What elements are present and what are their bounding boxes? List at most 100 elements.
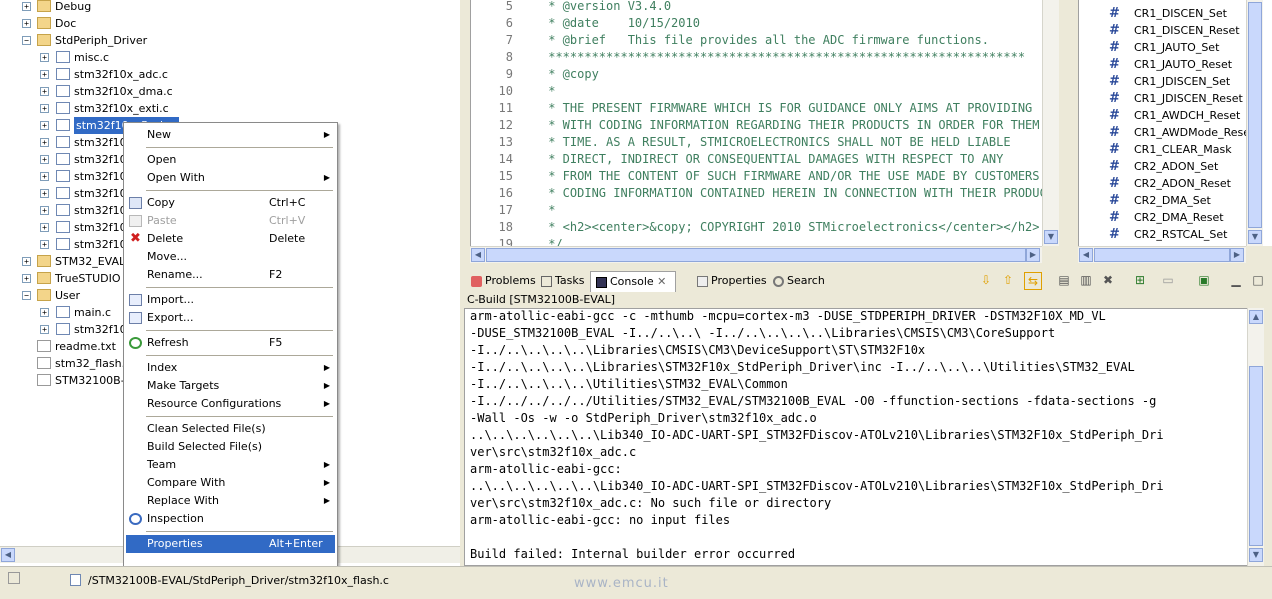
scroll-thumb[interactable] [1094, 248, 1230, 262]
tree-item[interactable]: − StdPeriph_Driver [0, 32, 460, 49]
menu-item-open-with[interactable]: Open With ▶ [126, 169, 335, 187]
link-with-editor-icon[interactable]: ⇆ [1024, 272, 1042, 290]
outline-item[interactable]: # CR1_DISCEN_Set [1079, 5, 1272, 22]
scroll-down-arrow[interactable]: ▼ [1248, 230, 1262, 244]
menu-item-new[interactable]: New ▶ [126, 126, 335, 144]
console-vertical-scrollbar[interactable]: ▲ ▼ [1247, 308, 1264, 566]
outline-item[interactable]: # CR1_CLEAR_Mask [1079, 141, 1272, 158]
menu-item-delete[interactable]: ✖ Delete Delete [126, 230, 335, 248]
expand-icon[interactable]: + [40, 87, 49, 96]
minimize-icon[interactable]: ▁ [1228, 272, 1244, 288]
tab-search[interactable]: Search [768, 271, 828, 291]
expand-icon[interactable]: + [22, 19, 31, 28]
expand-icon[interactable]: + [22, 274, 31, 283]
scroll-down-arrow[interactable]: ▼ [1044, 230, 1058, 244]
outline-item[interactable]: # CR1_JAUTO_Set [1079, 39, 1272, 56]
remove-launches-icon[interactable]: ✖ [1100, 272, 1116, 288]
menu-item-inspection[interactable]: Inspection [126, 510, 335, 528]
expand-icon[interactable]: + [40, 138, 49, 147]
outline-item[interactable]: # CR2_ADON_Set [1079, 158, 1272, 175]
tree-item[interactable]: + Debug [0, 0, 460, 15]
collapse-icon[interactable]: − [22, 36, 31, 45]
outline-item[interactable]: # CR2_ADON_Reset [1079, 175, 1272, 192]
expand-icon[interactable]: + [40, 172, 49, 181]
pin-console-icon[interactable]: ▤ [1056, 272, 1072, 288]
outline-item[interactable]: # CR2_RSTCAL_Set [1079, 226, 1272, 243]
outline-item[interactable]: # CR1_JAUTO_Reset [1079, 56, 1272, 73]
menu-item-properties[interactable]: Properties Alt+Enter [126, 535, 335, 553]
expand-icon[interactable]: + [22, 2, 31, 11]
editor-vertical-scrollbar[interactable]: ▼ [1042, 0, 1059, 246]
expand-icon[interactable]: + [40, 155, 49, 164]
menu-item-compare-with[interactable]: Compare With ▶ [126, 474, 335, 492]
expand-icon[interactable]: + [40, 104, 49, 113]
menu-item-replace-with[interactable]: Replace With ▶ [126, 492, 335, 510]
scroll-thumb[interactable] [1249, 366, 1263, 546]
menu-item-refresh[interactable]: Refresh F5 [126, 334, 335, 352]
scroll-left-arrow[interactable]: ◀ [1079, 248, 1093, 262]
tree-item[interactable]: + stm32f10x_exti.c [0, 100, 460, 117]
collapse-icon[interactable]: − [22, 291, 31, 300]
menu-item-make-targets[interactable]: Make Targets ▶ [126, 377, 335, 395]
outline-horizontal-scrollbar[interactable]: ◀ ▶ [1078, 246, 1246, 263]
display-selected-console-icon[interactable]: ▥ [1078, 272, 1094, 288]
arrow-up-icon[interactable]: ⇧ [1000, 272, 1016, 288]
open-console-icon[interactable]: ⊞ [1132, 272, 1148, 288]
outline-item[interactable]: # CR2_DMA_Set [1079, 192, 1272, 209]
maximize-icon[interactable]: □ [1250, 272, 1266, 288]
tab-problems[interactable]: Problems [466, 271, 539, 291]
scroll-left-arrow[interactable]: ◀ [471, 248, 485, 262]
expand-icon[interactable]: + [40, 308, 49, 317]
expand-icon[interactable]: + [40, 240, 49, 249]
scroll-left-arrow[interactable]: ◀ [1, 548, 15, 562]
close-icon[interactable]: ✕ [657, 275, 666, 288]
scroll-right-arrow[interactable]: ▶ [1230, 248, 1244, 262]
scroll-thumb[interactable] [1248, 2, 1262, 228]
expand-icon[interactable]: + [40, 121, 49, 130]
tree-item[interactable]: + Doc [0, 15, 460, 32]
menu-item-resource-configurations[interactable]: Resource Configurations ▶ [126, 395, 335, 413]
outline-item[interactable]: # CR1_JDISCEN_Set [1079, 73, 1272, 90]
expand-icon[interactable]: + [40, 70, 49, 79]
code-editor[interactable]: 5 * @version V3.4.0 6 * @date 10/15/2010 7… [470, 0, 1059, 246]
menu-item-clean-selected-file-s[interactable]: Clean Selected File(s) [126, 420, 335, 438]
arrow-down-icon[interactable]: ⇩ [978, 272, 994, 288]
outline-item[interactable]: # CR1_AWDMode_Reset [1079, 124, 1272, 141]
menu-item-move[interactable]: Move... [126, 248, 335, 266]
menu-item-copy[interactable]: Copy Ctrl+C [126, 194, 335, 212]
menu-item-build-selected-file-s[interactable]: Build Selected File(s) [126, 438, 335, 456]
editor-horizontal-scrollbar[interactable]: ◀ ▶ [470, 246, 1042, 263]
menu-item-rename[interactable]: Rename... F2 [126, 266, 335, 284]
tree-item[interactable]: + stm32f10x_dma.c [0, 83, 460, 100]
new-console-icon[interactable]: ▣ [1196, 272, 1212, 288]
console-settings-icon[interactable]: ▭ [1160, 272, 1176, 288]
expand-icon[interactable]: + [40, 206, 49, 215]
tab-console[interactable]: Console ✕ [590, 271, 676, 292]
menu-item-export[interactable]: Export... [126, 309, 335, 327]
scroll-thumb[interactable] [486, 248, 1026, 262]
outline-item[interactable]: # CR1_AWDCH_Reset [1079, 107, 1272, 124]
menu-item-team[interactable]: Team ▶ [126, 456, 335, 474]
outline-item[interactable]: # CR1_JDISCEN_Reset [1079, 90, 1272, 107]
expand-icon[interactable]: + [40, 189, 49, 198]
expand-icon[interactable]: + [40, 223, 49, 232]
scroll-right-arrow[interactable]: ▶ [1026, 248, 1040, 262]
expand-icon[interactable]: + [40, 325, 49, 334]
outline-vertical-scrollbar[interactable]: ▼ [1246, 0, 1263, 246]
fast-view-icon[interactable] [8, 572, 20, 584]
tree-item[interactable]: + stm32f10x_adc.c [0, 66, 460, 83]
tab-tasks[interactable]: Tasks [536, 271, 588, 291]
outline-view[interactable]: # CR1_DISCEN_Set # CR1_DISCEN_Reset # CR1_JAU… [1078, 0, 1272, 246]
expand-icon[interactable]: + [22, 257, 31, 266]
tree-item[interactable]: + misc.c [0, 49, 460, 66]
scroll-down-arrow[interactable]: ▼ [1249, 548, 1263, 562]
menu-item-import[interactable]: Import... [126, 291, 335, 309]
outline-item[interactable]: # CR2_DMA_Reset [1079, 209, 1272, 226]
console-output[interactable]: arm-atollic-eabi-gcc -c -mthumb -mcpu=co… [464, 308, 1248, 566]
outline-item[interactable]: # CR1_DISCEN_Reset [1079, 22, 1272, 39]
menu-item-open[interactable]: Open [126, 151, 335, 169]
expand-icon[interactable]: + [40, 53, 49, 62]
scroll-up-arrow[interactable]: ▲ [1249, 310, 1263, 324]
tab-properties[interactable]: Properties [692, 271, 770, 291]
menu-item-index[interactable]: Index ▶ [126, 359, 335, 377]
